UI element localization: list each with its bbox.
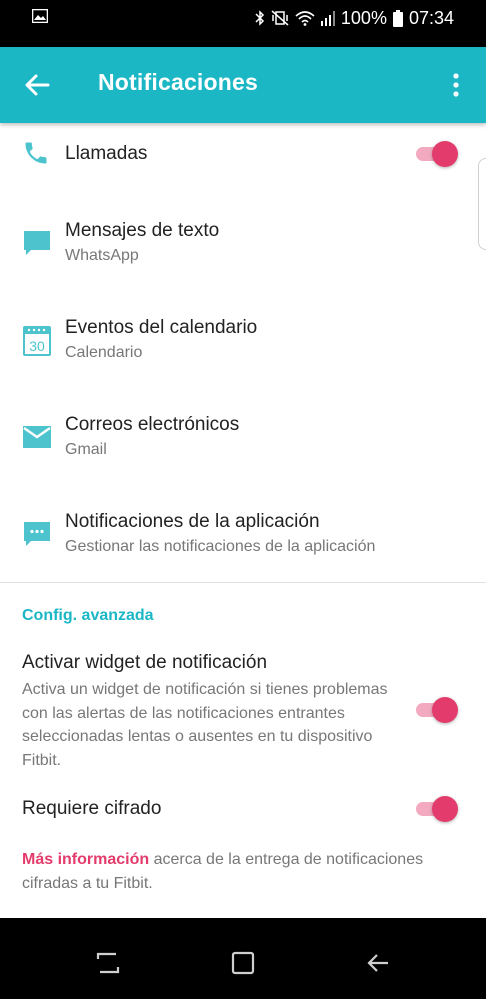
status-bar: 100% 07:34 xyxy=(0,0,486,47)
list-item-calendar-events[interactable]: 30 Eventos del calendario Calendario xyxy=(0,290,486,387)
bluetooth-icon xyxy=(255,10,265,26)
battery-icon xyxy=(392,9,403,27)
list-item-emails[interactable]: Correos electrónicos Gmail xyxy=(0,387,486,484)
recents-icon xyxy=(94,952,122,981)
item-subtitle: Gmail xyxy=(65,441,107,458)
home-button[interactable] xyxy=(229,949,257,977)
app-notification-icon xyxy=(22,520,52,553)
signal-icon xyxy=(320,10,335,26)
mail-icon xyxy=(22,425,52,454)
back-icon xyxy=(364,954,392,981)
item-subtitle: WhatsApp xyxy=(65,247,139,264)
list-item-text-messages[interactable]: Mensajes de texto WhatsApp xyxy=(0,193,486,290)
back-button[interactable] xyxy=(22,69,54,101)
encryption-setting-title: Requiere cifrado xyxy=(22,798,162,819)
arrow-left-icon xyxy=(22,74,54,105)
vibrate-icon xyxy=(271,10,289,26)
calendar-icon: 30 xyxy=(22,325,52,362)
list-item-calls[interactable]: Llamadas xyxy=(0,123,486,193)
navigation-bar xyxy=(0,918,486,999)
clock: 07:34 xyxy=(408,7,454,28)
item-title: Eventos del calendario xyxy=(65,317,258,338)
encryption-toggle[interactable] xyxy=(416,795,460,823)
notification-settings-list: Llamadas Mensajes de texto WhatsApp 30 E… xyxy=(0,123,486,918)
item-title: Notificaciones de la aplicación xyxy=(65,511,320,532)
list-item-app-notifications[interactable]: Notificaciones de la aplicación Gestiona… xyxy=(0,484,486,582)
edge-panel-handle[interactable] xyxy=(478,158,486,250)
battery-percent: 100% xyxy=(340,7,387,28)
item-title: Mensajes de texto xyxy=(65,220,220,241)
item-subtitle: Gestionar las notificaciones de la aplic… xyxy=(65,538,376,555)
message-icon xyxy=(22,229,52,262)
calendar-icon-day: 30 xyxy=(29,338,45,354)
calls-toggle[interactable] xyxy=(416,140,460,168)
wifi-icon xyxy=(295,10,315,26)
widget-setting-description: Activa un widget de notificación si tien… xyxy=(22,681,388,769)
section-divider xyxy=(0,582,486,583)
item-title: Correos electrónicos xyxy=(65,414,240,435)
gallery-icon xyxy=(31,8,49,28)
more-info-text: Más información acerca de la entrega de … xyxy=(22,848,462,896)
more-vertical-icon xyxy=(444,73,468,105)
page-title: Notificaciones xyxy=(98,69,259,95)
app-bar: Notificaciones xyxy=(0,47,486,123)
phone-icon xyxy=(22,139,50,172)
widget-setting-title: Activar widget de notificación xyxy=(22,652,268,673)
home-icon xyxy=(229,951,257,981)
recents-button[interactable] xyxy=(94,949,122,977)
nav-back-button[interactable] xyxy=(364,949,392,977)
widget-toggle[interactable] xyxy=(416,696,460,724)
section-header-advanced: Config. avanzada xyxy=(22,607,154,624)
item-title: Llamadas xyxy=(65,143,148,164)
status-icons: 100% 07:34 xyxy=(255,6,454,30)
item-subtitle: Calendario xyxy=(65,344,143,361)
more-info-link[interactable]: Más información xyxy=(22,851,149,868)
overflow-menu-button[interactable] xyxy=(444,69,468,101)
